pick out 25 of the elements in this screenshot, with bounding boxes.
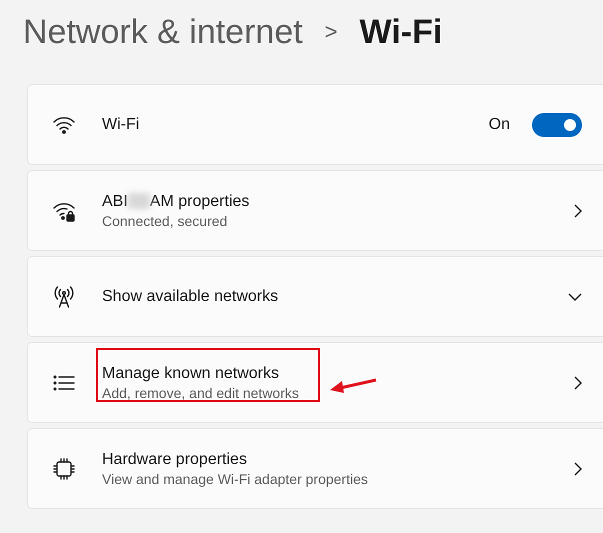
arrow-annotation [328,376,378,396]
settings-card[interactable]: Manage known networks Add, remove, and edit networks [27,342,603,423]
chevron-down-icon [568,292,582,300]
chip-icon [52,456,76,480]
setting-description: View and manage Wi-Fi adapter properties [102,470,368,486]
chevron-right-icon [574,204,582,218]
setting-title: Wi-Fi [102,116,140,134]
settings-card[interactable]: Show available networks [27,256,603,337]
setting-title: Hardware properties [102,450,247,468]
toggle-state: On [488,116,510,134]
breadcrumb-separator: > [324,19,338,45]
settings-card[interactable]: Hardware properties View and manage Wi-Fi adapter properties [27,428,603,509]
settings-card[interactable]: ABI AM properties Connected, secured [27,170,603,251]
setting-title: Manage known networks [102,364,279,382]
wifi-toggle[interactable] [532,112,582,136]
setting-description: Connected, secured [102,212,228,228]
setting-title: Show available networks [102,288,278,306]
chevron-right-icon [574,376,582,390]
chevron-right-icon [574,462,582,476]
page-title: Wi-Fi [360,12,442,52]
antenna-icon [52,284,76,308]
setting-description: Add, remove, and edit networks [102,384,299,400]
settings-card[interactable]: Wi-Fi On [27,84,603,165]
breadcrumb-link[interactable]: Network & internet [23,12,303,52]
network-name: ABI AM properties [102,192,250,210]
